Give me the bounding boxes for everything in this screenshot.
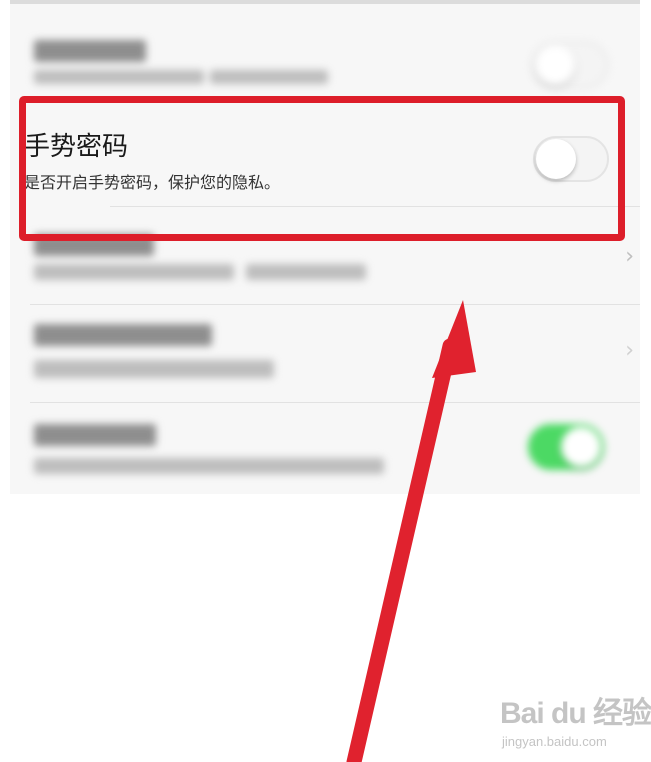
annotation-arrow [346, 300, 476, 762]
arrow-head [432, 300, 476, 378]
watermark-brand: Bai du 经验 [500, 697, 651, 730]
watermark: Bai du 经验 jingyan.baidu.com [500, 688, 651, 749]
watermark-url: jingyan.baidu.com [502, 734, 607, 749]
arrow-shaft [346, 338, 458, 762]
